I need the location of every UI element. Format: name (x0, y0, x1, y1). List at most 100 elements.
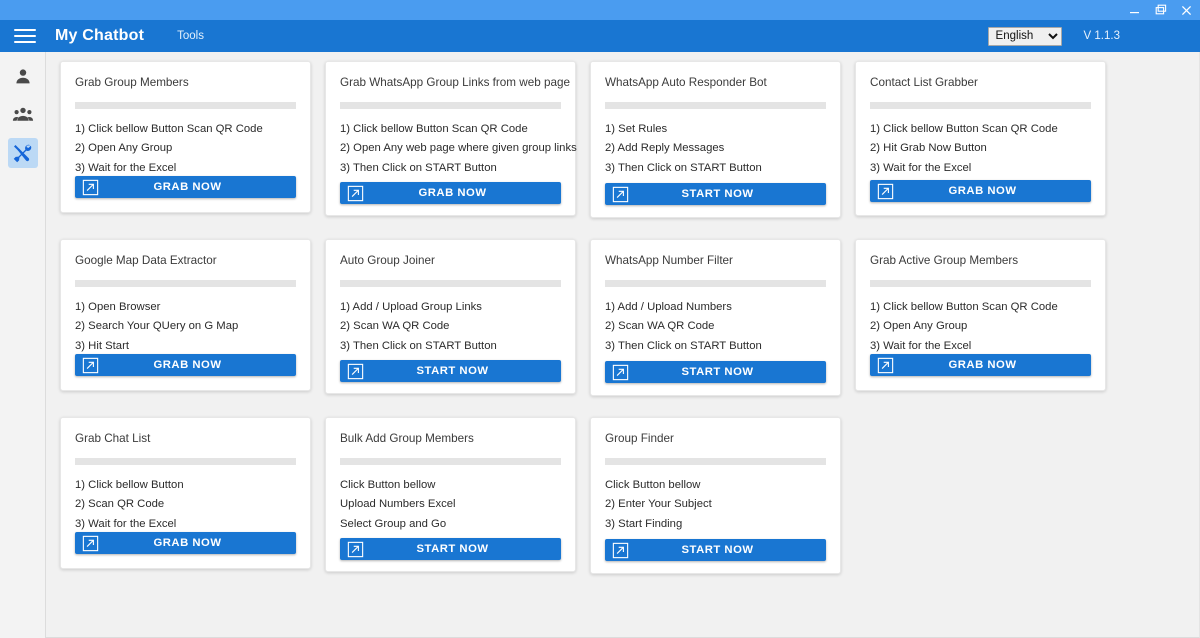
tool-card: Contact List Grabber 1) Click bellow Butt… (855, 61, 1106, 216)
tool-card-action-wrap: GRAB NOW (870, 354, 1091, 376)
tool-card-step: Click Button bellow (605, 479, 701, 491)
tool-card-divider (605, 280, 826, 287)
tool-card-step: 2) Scan WA QR Code (340, 320, 450, 333)
tool-card-step: 1) Click bellow Button Scan QR Code (75, 123, 263, 135)
tool-card-step: 2) Scan QR Code (75, 498, 165, 511)
tool-action-button-label: GRAB NOW (153, 537, 222, 549)
tool-card-steps: 1) Click bellow Button Scan QR Code 2) Op… (870, 298, 1091, 356)
tool-card-divider (870, 102, 1091, 109)
tool-card-step: 1) Click bellow Button Scan QR Code (870, 123, 1058, 135)
external-link-icon (605, 364, 635, 381)
tool-card-divider (75, 280, 296, 287)
tool-card-step: 2) Open Any Group (75, 142, 173, 155)
tool-action-button-label: GRAB NOW (153, 181, 222, 193)
tool-action-button[interactable]: GRAB NOW (870, 180, 1091, 202)
external-link-icon (340, 541, 370, 558)
tool-action-button[interactable]: START NOW (340, 538, 561, 560)
tool-card-action-wrap: START NOW (340, 538, 561, 560)
tool-card-step: Click Button bellow (340, 479, 436, 491)
tool-card: Grab WhatsApp Group Links from web page 1… (325, 61, 577, 216)
tool-card-divider (75, 458, 296, 465)
tool-card-action-wrap: GRAB NOW (340, 182, 561, 204)
tool-action-button[interactable]: START NOW (605, 539, 826, 561)
tool-action-button[interactable]: START NOW (605, 361, 826, 383)
tool-card-title: Google Map Data Extractor (75, 254, 217, 267)
tool-card: WhatsApp Number Filter 1) Add / Upload Nu… (590, 239, 841, 396)
tool-card-action-wrap: START NOW (340, 360, 561, 382)
tool-card-cell: Group Finder Click Button bellow 2) Enter … (590, 417, 855, 595)
external-link-icon (340, 185, 370, 202)
tool-card-title: Bulk Add Group Members (340, 432, 474, 445)
close-button[interactable] (1179, 3, 1194, 18)
tool-card-title: WhatsApp Auto Responder Bot (605, 76, 767, 89)
tool-card-step: 2) Open Any Group (870, 320, 968, 333)
window-titlebar (0, 0, 1200, 20)
minimize-button[interactable] (1127, 3, 1142, 18)
tool-action-button-label: START NOW (681, 544, 754, 556)
tool-card-divider (340, 280, 561, 287)
tool-card-action-wrap: START NOW (605, 539, 826, 561)
tool-card-title: WhatsApp Number Filter (605, 254, 733, 267)
tool-action-button-label: GRAB NOW (153, 359, 222, 371)
tool-card-cell: Auto Group Joiner 1) Add / Upload Group L… (325, 239, 590, 417)
tool-card-steps: 1) Open Browser 2) Search Your QUery on G… (75, 298, 296, 356)
tool-action-button[interactable]: GRAB NOW (75, 532, 296, 554)
tool-card-divider (605, 458, 826, 465)
tool-card-step: Upload Numbers Excel (340, 498, 456, 511)
tool-card-divider (605, 102, 826, 109)
tool-card-step: 3) Then Click on START Button (340, 161, 497, 174)
tool-action-button[interactable]: GRAB NOW (340, 182, 561, 204)
tool-action-button-label: GRAB NOW (948, 185, 1017, 197)
tool-card-title: Grab Chat List (75, 432, 151, 445)
tool-card-title: Auto Group Joiner (340, 254, 435, 267)
tool-card-divider (340, 458, 561, 465)
tool-card-cell: Grab Chat List 1) Click bellow Button 2) S… (60, 417, 325, 595)
tool-card-step: 1) Add / Upload Numbers (605, 301, 732, 313)
tool-card-step: 1) Click bellow Button Scan QR Code (340, 123, 528, 135)
tool-card-title: Group Finder (605, 432, 674, 445)
tool-action-button-label: GRAB NOW (948, 359, 1017, 371)
app-header-right: English V 1.1.3 (987, 26, 1192, 46)
tool-card: Auto Group Joiner 1) Add / Upload Group L… (325, 239, 576, 394)
sidebar-item-tools[interactable] (7, 138, 38, 168)
tool-card-cell: Contact List Grabber 1) Click bellow Butt… (855, 61, 1120, 239)
tool-card-step: 3) Wait for the Excel (870, 339, 972, 352)
tool-card-cell: Bulk Add Group Members Click Button bello… (325, 417, 590, 595)
hamburger-menu-icon[interactable] (12, 23, 38, 49)
tool-action-button[interactable]: GRAB NOW (870, 354, 1091, 376)
tool-action-button[interactable]: START NOW (605, 183, 826, 205)
tool-card-step: 3) Wait for the Excel (75, 161, 177, 174)
external-link-icon (340, 363, 370, 380)
nav-item-tools[interactable]: Tools (177, 30, 204, 42)
version-label: V 1.1.3 (1083, 30, 1120, 42)
tool-card-steps: 1) Click bellow Button Scan QR Code 2) Op… (340, 120, 577, 178)
tool-card-action-wrap: START NOW (605, 361, 826, 383)
tool-card: Google Map Data Extractor 1) Open Browser… (60, 239, 311, 391)
tool-card-step: 3) Wait for the Excel (870, 161, 972, 174)
tool-card: Grab Active Group Members 1) Click bellow… (855, 239, 1106, 391)
tool-card-divider (340, 102, 561, 109)
tool-action-button[interactable]: GRAB NOW (75, 176, 296, 198)
tool-card-step: 2) Add Reply Messages (605, 142, 725, 155)
restore-button[interactable] (1153, 3, 1168, 18)
tool-card-steps: 1) Add / Upload Numbers 2) Scan WA QR Cod… (605, 298, 826, 356)
tool-card-step: 3) Then Click on START Button (605, 161, 762, 174)
tool-card-step: Select Group and Go (340, 517, 447, 530)
tool-card-step: 3) Then Click on START Button (605, 339, 762, 352)
sidebar-item-profile[interactable] (8, 62, 38, 92)
tool-action-button-label: START NOW (681, 366, 754, 378)
tool-card-step: 1) Click bellow Button (75, 479, 184, 491)
tool-action-button[interactable]: START NOW (340, 360, 561, 382)
tool-card: WhatsApp Auto Responder Bot 1) Set Rules 2… (590, 61, 841, 218)
language-select[interactable]: English (987, 26, 1062, 46)
tool-card-steps: 1) Set Rules 2) Add Reply Messages 3) Then… (605, 120, 826, 178)
sidebar-item-groups[interactable] (8, 100, 38, 130)
tool-card-step: 3) Start Finding (605, 517, 683, 530)
app-header: My Chatbot Tools English V 1.1.3 (0, 20, 1200, 52)
tool-card-step: 2) Enter Your Subject (605, 498, 712, 511)
tool-card-cell: Grab Group Members 1) Click bellow Button… (60, 61, 325, 239)
tool-action-button[interactable]: GRAB NOW (75, 354, 296, 376)
tool-action-button-label: START NOW (416, 365, 489, 377)
window-controls (1127, 3, 1194, 18)
external-link-icon (605, 186, 635, 203)
